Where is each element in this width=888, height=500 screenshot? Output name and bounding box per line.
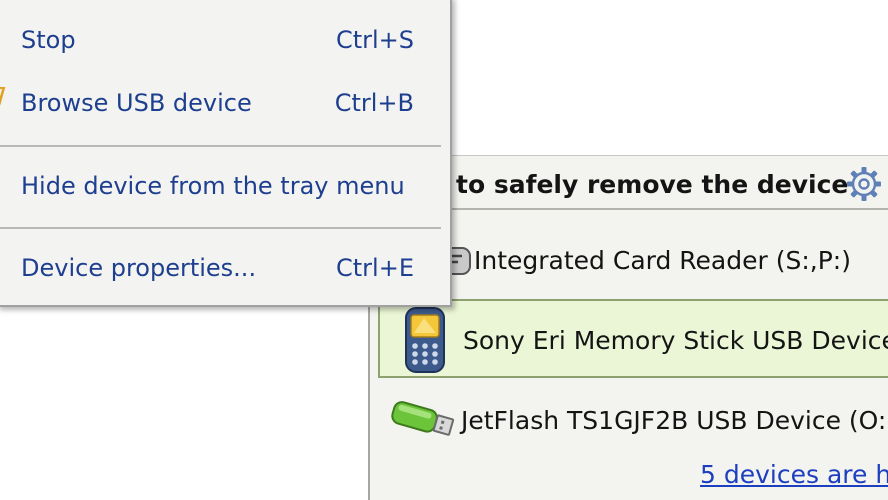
device-label: Integrated Card Reader (S:,P:) bbox=[474, 246, 851, 275]
device-row-jetflash[interactable]: JetFlash TS1GJF2B USB Device (O:) bbox=[378, 384, 888, 458]
device-row-sony-ericsson[interactable]: Sony Eri Memory Stick USB Device (I:) bbox=[378, 299, 888, 378]
menu-item-shortcut: Ctrl+B bbox=[334, 89, 414, 117]
device-label: JetFlash TS1GJF2B USB Device (O:) bbox=[461, 406, 888, 435]
hidden-devices-link[interactable]: 5 devices are hidden bbox=[700, 460, 888, 489]
stop-icon bbox=[0, 18, 4, 48]
device-label: Sony Eri Memory Stick USB Device (I:) bbox=[463, 326, 888, 355]
menu-separator bbox=[0, 227, 441, 229]
menu-item-shortcut: Ctrl+S bbox=[335, 26, 414, 54]
menu-item-browse-usb-device[interactable]: Browse USB device Ctrl+B bbox=[0, 79, 446, 129]
gear-icon[interactable] bbox=[844, 164, 884, 204]
menu-item-label: Browse USB device bbox=[21, 89, 252, 117]
device-row-card-reader[interactable]: Integrated Card Reader (S:,P:) bbox=[378, 222, 888, 296]
hide-icon bbox=[0, 168, 2, 198]
menu-item-hide-device[interactable]: Hide device from the tray menu bbox=[0, 162, 446, 212]
menu-item-label: Stop bbox=[21, 26, 76, 54]
browse-icon bbox=[0, 87, 6, 106]
menu-item-shortcut: Ctrl+E bbox=[336, 254, 414, 282]
context-menu: Stop Ctrl+S Browse USB device Ctrl+B Hid… bbox=[0, 0, 452, 307]
panel-header-title: to safely remove the device bbox=[456, 170, 849, 199]
menu-item-label: Device properties... bbox=[21, 254, 257, 282]
menu-item-device-properties[interactable]: Device properties... Ctrl+E bbox=[0, 244, 446, 294]
properties-icon bbox=[0, 248, 4, 284]
phone-icon bbox=[405, 307, 445, 373]
menu-item-label: Hide device from the tray menu bbox=[21, 172, 405, 200]
menu-separator bbox=[0, 145, 441, 147]
usb-stick-icon bbox=[391, 401, 455, 436]
menu-item-stop[interactable]: Stop Ctrl+S bbox=[0, 16, 446, 66]
screen: to safely remove the device Integrated C… bbox=[0, 0, 888, 500]
